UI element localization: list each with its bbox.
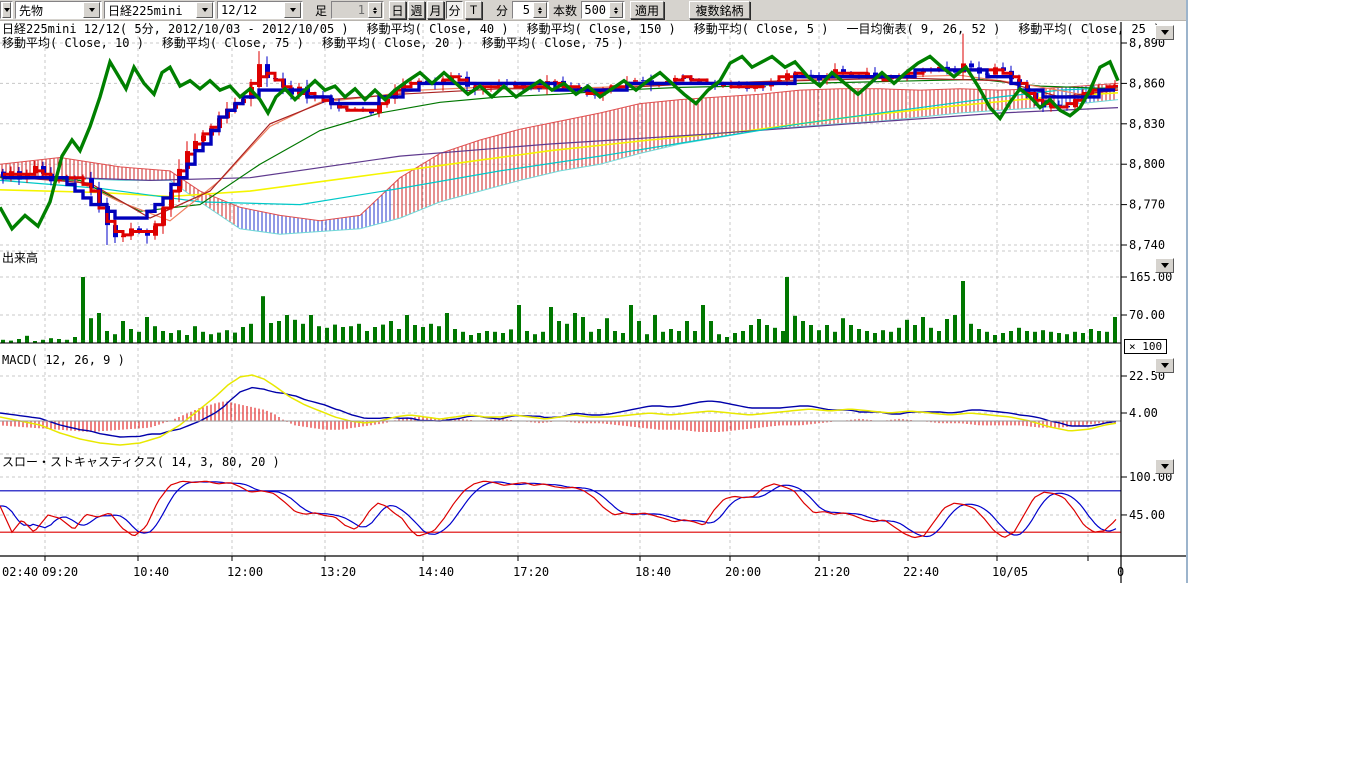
legend-item: 移動平均( Close, 75 ) bbox=[162, 37, 304, 50]
svg-text:8,770: 8,770 bbox=[1129, 198, 1165, 212]
svg-text:14:40: 14:40 bbox=[418, 565, 454, 579]
svg-text:8,830: 8,830 bbox=[1129, 117, 1165, 131]
svg-text:20:00: 20:00 bbox=[725, 565, 761, 579]
svg-text:17:20: 17:20 bbox=[513, 565, 549, 579]
legend-item: 移動平均( Close, 150 ) bbox=[527, 23, 676, 36]
svg-text:12:00: 12:00 bbox=[227, 565, 263, 579]
svg-text:09:20: 09:20 bbox=[42, 565, 78, 579]
chart-legend-line2: 移動平均( Close, 10 ) 移動平均( Close, 75 ) 移動平均( … bbox=[2, 37, 624, 50]
svg-text:8,740: 8,740 bbox=[1129, 238, 1165, 252]
svg-text:10/05: 10/05 bbox=[992, 565, 1028, 579]
volume-pane bbox=[1, 277, 1117, 343]
svg-text:8,860: 8,860 bbox=[1129, 76, 1165, 90]
stoch-pane-label: スロー・ストキャスティクス( 14, 3, 80, 20 ) bbox=[2, 456, 280, 469]
svg-text:02:40: 02:40 bbox=[2, 565, 38, 579]
svg-text:45.00: 45.00 bbox=[1129, 508, 1165, 522]
volume-unit-badge: × 100 bbox=[1124, 339, 1167, 354]
svg-text:70.00: 70.00 bbox=[1129, 308, 1165, 322]
svg-text:8,800: 8,800 bbox=[1129, 157, 1165, 171]
stoch-pane-dropdown-button[interactable] bbox=[1155, 459, 1174, 474]
legend-item: 移動平均( Close, 75 ) bbox=[482, 37, 624, 50]
legend-item: 移動平均( Close, 25 ) bbox=[1018, 23, 1160, 36]
legend-item: 移動平均( Close, 40 ) bbox=[367, 23, 509, 36]
chevron-down-icon bbox=[1161, 30, 1169, 35]
legend-item: 日経225mini 12/12( 5分, 2012/10/03 - 2012/1… bbox=[2, 23, 349, 36]
volume-pane-label: 出来高 bbox=[2, 252, 38, 265]
macd-pane-dropdown-button[interactable] bbox=[1155, 358, 1174, 373]
chevron-down-icon bbox=[1161, 363, 1169, 368]
stoch-pane bbox=[0, 481, 1121, 537]
legend-item: 一目均衡表( 9, 26, 52 ) bbox=[846, 23, 1000, 36]
chevron-down-icon bbox=[1161, 464, 1169, 469]
svg-text:0: 0 bbox=[1117, 565, 1124, 579]
svg-text:18:40: 18:40 bbox=[635, 565, 671, 579]
volume-pane-dropdown-button[interactable] bbox=[1155, 258, 1174, 273]
window-right-border bbox=[1186, 0, 1188, 583]
svg-text:13:20: 13:20 bbox=[320, 565, 356, 579]
price-pane bbox=[0, 34, 1118, 245]
svg-text:10:40: 10:40 bbox=[133, 565, 169, 579]
svg-text:22:40: 22:40 bbox=[903, 565, 939, 579]
svg-text:21:20: 21:20 bbox=[814, 565, 850, 579]
chart-canvas[interactable]: 8,8908,8608,8308,8008,7708,740165.0070.0… bbox=[0, 0, 1188, 595]
svg-text:4.00: 4.00 bbox=[1129, 406, 1158, 420]
chart-legend-line1: 日経225mini 12/12( 5分, 2012/10/03 - 2012/1… bbox=[2, 23, 1160, 36]
legend-item: 移動平均( Close, 10 ) bbox=[2, 37, 144, 50]
legend-item: 移動平均( Close, 5 ) bbox=[694, 23, 829, 36]
macd-pane bbox=[0, 375, 1116, 445]
price-pane-dropdown-button[interactable] bbox=[1155, 25, 1174, 40]
chevron-down-icon bbox=[1161, 263, 1169, 268]
legend-item: 移動平均( Close, 20 ) bbox=[322, 37, 464, 50]
macd-pane-label: MACD( 12, 26, 9 ) bbox=[2, 354, 125, 367]
chart-application-window: 先物 日経225mini 12/12 足 1 日 週 月 分 T 分 5 本数 bbox=[0, 0, 1188, 591]
